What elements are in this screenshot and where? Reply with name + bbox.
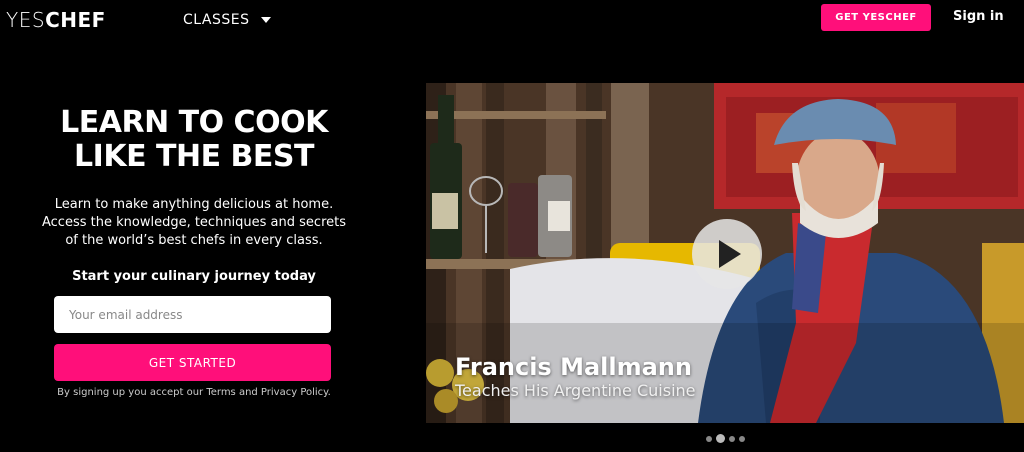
- sign-in-link[interactable]: Sign in: [953, 9, 1004, 24]
- get-started-button[interactable]: GET STARTED: [54, 344, 331, 381]
- chef-subtitle: Teaches His Argentine Cuisine: [455, 381, 696, 400]
- logo-bold-text: CHEF: [45, 8, 106, 32]
- classes-menu[interactable]: CLASSES: [183, 12, 272, 28]
- carousel-dot[interactable]: [706, 435, 712, 442]
- carousel-dot[interactable]: [729, 435, 735, 442]
- hero-title-line-2: LIKE THE BEST: [74, 139, 314, 174]
- email-input[interactable]: [54, 296, 331, 333]
- hero-subtitle: Learn to make anything delicious at home…: [30, 196, 358, 250]
- hero-subtitle-line-3: of the world’s best chefs in every class…: [65, 233, 323, 248]
- classes-label: CLASSES: [183, 12, 250, 28]
- carousel-dot[interactable]: [739, 435, 745, 442]
- hero-subtitle-line-1: Learn to make anything delicious at home…: [54, 197, 334, 212]
- terms-text: By signing up you accept our Terms and P…: [57, 387, 331, 398]
- carousel-dot-active[interactable]: [716, 434, 725, 443]
- video-player[interactable]: Francis Mallmann Teaches His Argentine C…: [426, 83, 1024, 423]
- hero-title: LEARN TO COOK LIKE THE BEST: [40, 106, 348, 174]
- journey-heading: Start your culinary journey today: [72, 269, 316, 284]
- logo[interactable]: YESCHEF: [6, 8, 106, 32]
- hero-subtitle-line-2: Access the knowledge, techniques and sec…: [42, 215, 346, 230]
- logo-light-text: YES: [6, 8, 46, 32]
- hero-title-line-1: LEARN TO COOK: [60, 105, 328, 140]
- carousel-dots: [706, 434, 745, 443]
- chef-name: Francis Mallmann: [455, 353, 692, 381]
- play-icon[interactable]: [692, 219, 762, 289]
- get-yeschef-button[interactable]: GET YESCHEF: [821, 4, 931, 31]
- caret-down-icon: [261, 17, 272, 23]
